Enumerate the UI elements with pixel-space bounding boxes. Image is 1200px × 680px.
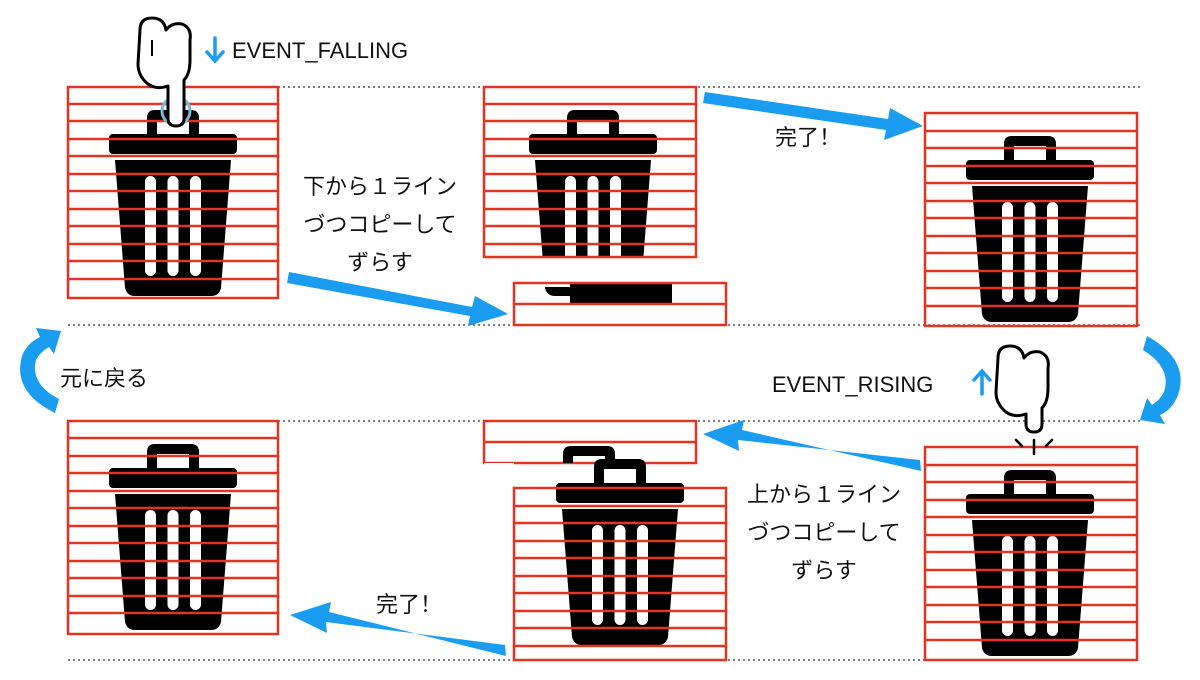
panel-top-3	[923, 111, 1139, 328]
reset-label: 元に戻る	[60, 367, 148, 392]
curve-arrow-left	[20, 328, 61, 413]
shift-up-caption-line-1: 上から１ライン	[747, 483, 901, 508]
lift-marks	[1014, 438, 1054, 456]
panel-bottom-middle	[482, 419, 728, 662]
pointing-hand-icon	[136, 16, 192, 128]
arrow-down-icon	[205, 36, 225, 64]
trash-can-icon	[966, 136, 1094, 322]
pointing-hand-icon	[994, 344, 1050, 434]
panel-bottom-left	[66, 419, 280, 636]
arrow-step-4	[703, 420, 921, 471]
arrow-step-1	[287, 272, 508, 326]
curve-arrow-right	[1140, 336, 1181, 424]
panel-top-2	[482, 85, 728, 327]
done-label-bottom: 完了！	[376, 593, 442, 618]
trash-scroll-diagram: EVENT_FALLING EVENT_RISING 下から１ライン づつコピー…	[20, 16, 1181, 662]
event-rising-label: EVENT_RISING	[772, 372, 933, 397]
trash-can-icon	[966, 470, 1094, 656]
shift-down-caption-line-2: づつコピーして	[303, 213, 456, 238]
shift-down-caption-line-1: 下から１ライン	[303, 175, 457, 200]
shift-up-caption-line-3: ずらす	[791, 559, 857, 584]
shift-up-caption-line-2: づつコピーして	[747, 521, 900, 546]
panel-bottom-right	[923, 445, 1139, 662]
trash-can-bottom-strip	[570, 283, 672, 303]
arrow-up-icon	[972, 368, 992, 396]
done-label-top: 完了！	[775, 126, 841, 151]
shift-down-caption-line-3: ずらす	[347, 251, 413, 276]
event-falling-label: EVENT_FALLING	[232, 38, 408, 63]
